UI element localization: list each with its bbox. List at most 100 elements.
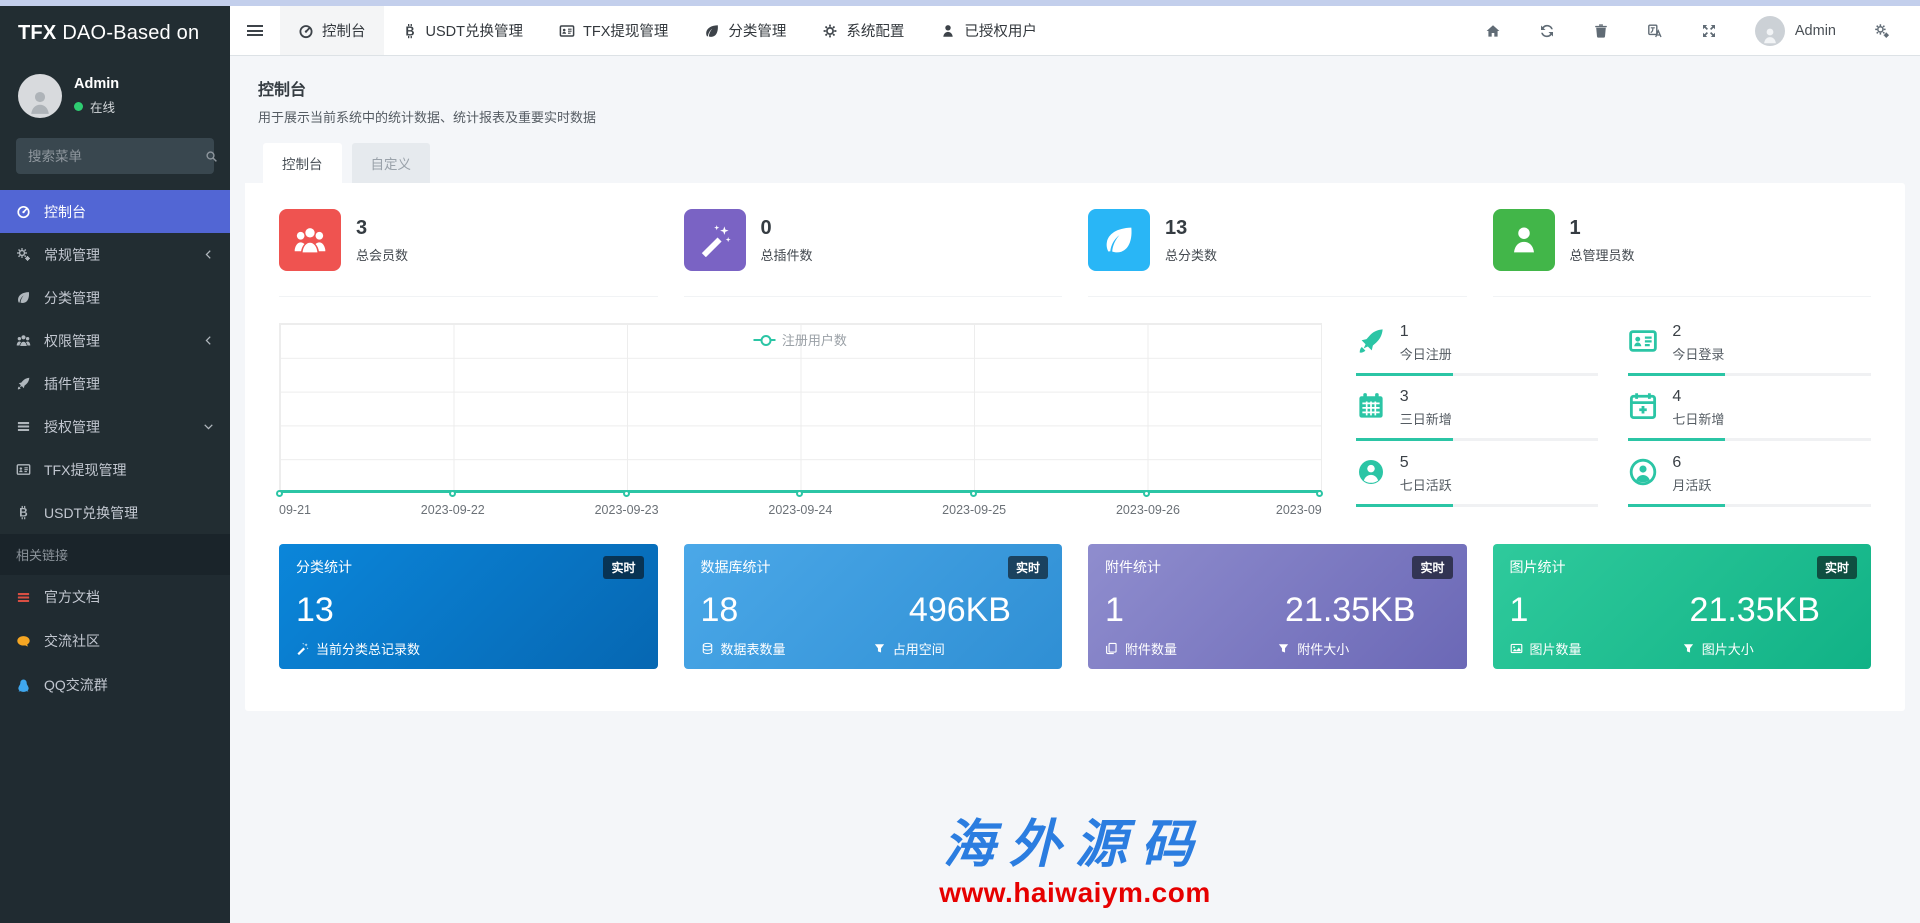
- navbar-tab-dashboard[interactable]: 控制台: [280, 6, 384, 55]
- mini-stat-3day-new: 3三日新增: [1356, 386, 1599, 451]
- search-icon[interactable]: [205, 150, 218, 163]
- refresh-icon[interactable]: [1539, 23, 1555, 39]
- sidebar-item-category[interactable]: 分类管理: [0, 276, 230, 319]
- sidebar-item-usdt-exchange[interactable]: USDT兑换管理: [0, 491, 230, 534]
- realtime-badge: 实时: [603, 556, 643, 579]
- dashboard-panel: 3总会员数 0总插件数 13总分类数 1总管理员数 注册用户数: [245, 183, 1905, 711]
- sidebar-links-section: 相关链接 官方文档 交流社区 QQ交流群: [0, 534, 230, 923]
- person-icon: [25, 88, 55, 118]
- magic-wand-icon: [296, 642, 309, 655]
- sidebar-menu: 控制台 常规管理 分类管理 权限管理 插件管理 授权管理 TFX提现管理: [0, 190, 230, 534]
- image-icon: [1510, 642, 1523, 655]
- stat-value: 13: [1165, 217, 1217, 240]
- mini-stat-7day-active: 5七日活跃: [1356, 452, 1599, 517]
- chart-legend[interactable]: 注册用户数: [754, 330, 847, 349]
- navbar-user-name: Admin: [1795, 23, 1836, 39]
- search-input[interactable]: [28, 149, 205, 164]
- bitcoin-icon: [402, 23, 418, 39]
- trash-icon[interactable]: [1593, 23, 1609, 39]
- stat-label: 总分类数: [1165, 245, 1217, 264]
- calendar-plus-icon: [1628, 391, 1658, 421]
- mini-stats-grid: 1今日注册 2今日登录 3三日新增 4七日新增: [1356, 321, 1871, 517]
- sidebar-user-status: 在线: [74, 97, 119, 116]
- person-icon: [1507, 223, 1541, 257]
- realtime-badge: 实时: [1817, 556, 1857, 579]
- tab-dashboard[interactable]: 控制台: [263, 143, 342, 183]
- navbar-tab-system-config[interactable]: 系统配置: [804, 6, 922, 55]
- navbar-tab-category[interactable]: 分类管理: [686, 6, 804, 55]
- speedometer-icon: [16, 204, 31, 219]
- sidebar-link-community[interactable]: 交流社区: [0, 619, 230, 663]
- stat-value: 3: [356, 217, 408, 240]
- sidebar-link-docs[interactable]: 官方文档: [0, 575, 230, 619]
- navbar-user[interactable]: Admin: [1755, 16, 1836, 46]
- chart-point: [623, 490, 630, 497]
- content-tabs: 控制台 自定义: [263, 143, 1920, 183]
- bitcoin-icon: [16, 505, 31, 520]
- funnel-icon: [1277, 642, 1290, 655]
- page-header: 控制台 用于展示当前系统中的统计数据、统计报表及重要实时数据: [230, 56, 1920, 126]
- wand-icon-tile: [684, 209, 746, 271]
- realtime-badge: 实时: [1412, 556, 1452, 579]
- home-icon[interactable]: [1485, 23, 1501, 39]
- stat-box-category: 分类统计 实时 13 当前分类总记录数: [279, 544, 658, 669]
- mini-stat-bar: [1356, 373, 1599, 376]
- stat-boxes-row: 分类统计 实时 13 当前分类总记录数 数据库统计 实时 18496KB 数据表…: [279, 544, 1871, 669]
- mini-stat-bar: [1356, 504, 1599, 507]
- stat-label: 总管理员数: [1570, 245, 1635, 264]
- speedometer-icon: [298, 23, 314, 39]
- settings-gears-icon[interactable]: [1874, 23, 1890, 39]
- sidebar-item-tfx-withdraw[interactable]: TFX提现管理: [0, 448, 230, 491]
- person-icon-tile: [1493, 209, 1555, 271]
- mini-stat-bar: [1628, 438, 1871, 441]
- id-card-icon: [16, 462, 31, 477]
- leaf-icon: [16, 290, 31, 305]
- rocket-icon: [16, 376, 31, 391]
- funnel-icon: [1682, 642, 1695, 655]
- copy-icon: [1105, 642, 1118, 655]
- stat-value: 1: [1570, 217, 1635, 240]
- watermark-url: www.haiwaiym.com: [230, 877, 1920, 909]
- x-tick: 2023-09-25: [942, 503, 1006, 517]
- id-card-icon: [1628, 326, 1658, 356]
- x-tick: 09-21: [279, 503, 311, 517]
- mini-stat-bar: [1356, 438, 1599, 441]
- fullscreen-icon[interactable]: [1701, 23, 1717, 39]
- chart-and-ministats-row: 注册用户数 09-21 2023-09-22 2023-09-23 2023-0…: [279, 321, 1871, 517]
- stat-value: 0: [761, 217, 813, 240]
- realtime-badge: 实时: [1008, 556, 1048, 579]
- app-logo-bold: TFX: [18, 22, 56, 45]
- rocket-icon: [1356, 326, 1386, 356]
- top-navbar: 控制台 USDT兑换管理 TFX提现管理 分类管理 系统配置 已授权用户 Adm…: [230, 6, 1920, 56]
- page-subtitle: 用于展示当前系统中的统计数据、统计报表及重要实时数据: [258, 107, 1892, 126]
- sidebar-search: [16, 138, 214, 174]
- tab-custom[interactable]: 自定义: [352, 143, 431, 183]
- navbar-right-icons: Admin: [1485, 6, 1920, 55]
- navbar-tab-authorized-users[interactable]: 已授权用户: [922, 6, 1055, 55]
- chart-plot-area: 注册用户数: [279, 323, 1322, 493]
- sidebar-item-permission[interactable]: 权限管理: [0, 319, 230, 362]
- person-icon: [940, 23, 956, 39]
- sidebar-link-qq[interactable]: QQ交流群: [0, 663, 230, 707]
- qq-icon: [16, 678, 31, 693]
- comment-icon: [16, 634, 31, 649]
- sidebar: TFX DAO-Based on Admin 在线 控制台 常规管理 分类管理 …: [0, 6, 230, 923]
- sidebar-item-dashboard[interactable]: 控制台: [0, 190, 230, 233]
- sidebar-section-label: 相关链接: [0, 534, 230, 575]
- funnel-icon: [873, 642, 886, 655]
- chart-point: [970, 490, 977, 497]
- navbar-tab-tfx-withdraw[interactable]: TFX提现管理: [541, 6, 686, 55]
- x-tick: 2023-09-24: [768, 503, 832, 517]
- hamburger-menu-icon[interactable]: [230, 6, 280, 55]
- sidebar-item-plugin[interactable]: 插件管理: [0, 362, 230, 405]
- gear-icon: [822, 23, 838, 39]
- users-icon-tile: [279, 209, 341, 271]
- chart-point: [276, 490, 283, 497]
- translate-icon[interactable]: [1647, 23, 1663, 39]
- stat-label: 总会员数: [356, 245, 408, 264]
- sidebar-item-authorization[interactable]: 授权管理: [0, 405, 230, 448]
- navbar-tab-usdt-exchange[interactable]: USDT兑换管理: [384, 6, 541, 55]
- x-tick: 2023-09: [1276, 503, 1322, 517]
- sidebar-item-general[interactable]: 常规管理: [0, 233, 230, 276]
- users-icon: [293, 223, 327, 257]
